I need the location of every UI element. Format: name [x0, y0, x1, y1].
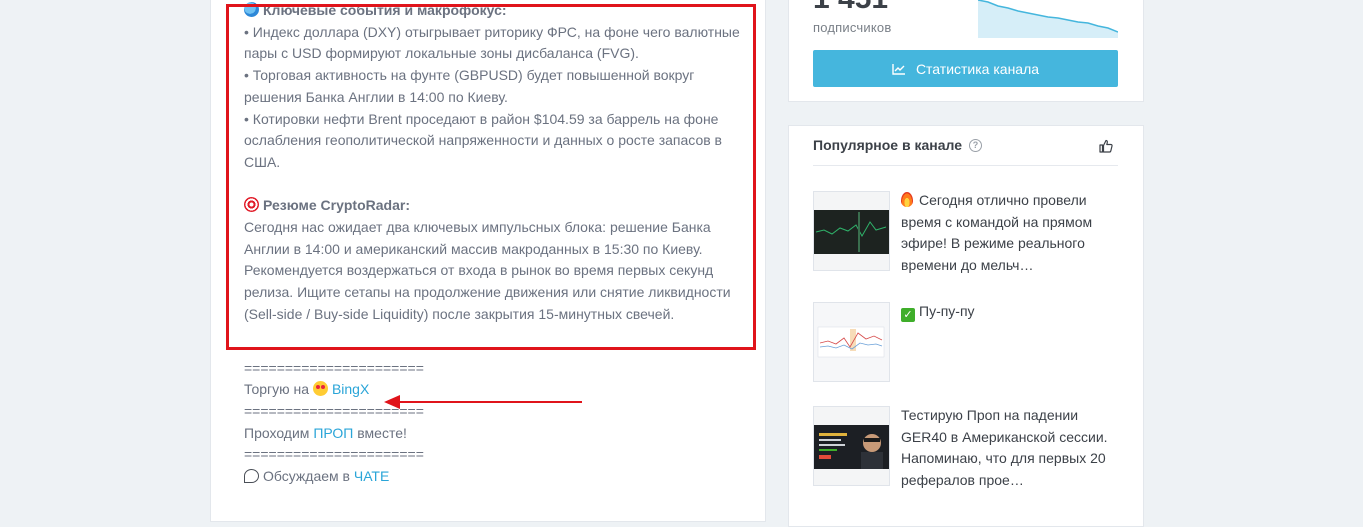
channel-stats-button[interactable]: Статистика канала — [813, 50, 1118, 87]
popular-item-thumbnail[interactable] — [813, 302, 890, 382]
subscribers-count: 1 451 — [813, 0, 888, 16]
chat-line: Обсуждаем в ЧАТЕ — [244, 466, 744, 488]
globe-icon — [244, 2, 259, 17]
prop-line: Проходим ПРОП вместе! — [244, 423, 744, 445]
subscribers-label: подписчиков — [813, 20, 892, 35]
popular-item-3-text: Тестирую Проп на падении GER40 в Америка… — [901, 407, 1108, 489]
trade-line: Торгую на BingX — [244, 379, 744, 401]
popular-item-1-text: Сегодня отлично провели время с командой… — [901, 192, 1093, 274]
chart-thumbnail-image — [814, 192, 889, 270]
popular-item-text[interactable]: ✓ Пу-пу-пу — [901, 301, 1121, 323]
bullet-brent: • Котировки нефти Brent проседают в райо… — [244, 110, 722, 170]
check-mark-icon: ✓ — [901, 308, 915, 322]
heart-eyes-icon — [312, 381, 328, 397]
trade-prefix: Торгую на — [244, 381, 313, 398]
popular-divider — [813, 165, 1118, 166]
channel-stats-label: Статистика канала — [915, 60, 1040, 77]
macro-heading: Ключевые события и макрофокус: — [263, 2, 507, 18]
fire-icon — [901, 192, 913, 207]
popular-item-text[interactable]: Тестирую Проп на падении GER40 в Америка… — [901, 405, 1121, 492]
subscribers-sparkline — [978, 0, 1118, 38]
help-icon[interactable]: ? — [969, 138, 982, 152]
popular-item-thumbnail[interactable] — [813, 406, 890, 486]
thumbs-up-icon[interactable] — [1099, 139, 1113, 153]
popular-title: Популярное в канале ? — [813, 137, 982, 153]
popular-item-thumbnail[interactable] — [813, 191, 890, 271]
prop-suffix: вместе! — [353, 424, 407, 441]
line-chart-icon — [892, 63, 905, 75]
prop-link[interactable]: ПРОП — [313, 425, 353, 441]
chart-thumbnail-image — [814, 303, 889, 381]
separator-2: ====================== — [244, 402, 424, 419]
separator-1: ====================== — [244, 359, 424, 376]
bingx-link[interactable]: BingX — [332, 381, 369, 397]
speech-bubble-icon — [244, 469, 259, 484]
annotation-arrow-head — [384, 395, 400, 409]
chat-prefix: Обсуждаем в — [263, 468, 354, 485]
popular-item-2-text: Пу-пу-пу — [919, 303, 975, 319]
bullet-gbpusd: • Торговая активность на фунте (GBPUSD) … — [244, 67, 695, 105]
popular-title-text: Популярное в канале — [813, 137, 962, 153]
post-body: Ключевые события и макрофокус: • Индекс … — [244, 0, 744, 488]
popular-item-text[interactable]: Сегодня отлично провели время с командой… — [901, 190, 1121, 277]
video-thumbnail-image — [814, 407, 889, 485]
chat-link[interactable]: ЧАТЕ — [354, 468, 389, 484]
separator-3: ====================== — [244, 446, 424, 463]
target-icon — [244, 197, 259, 213]
prop-prefix: Проходим — [244, 424, 314, 441]
summary-text: Сегодня нас ожидает два ключевых импульс… — [244, 219, 731, 322]
bullet-dxy: • Индекс доллара (DXY) отыгрывает ритори… — [244, 23, 740, 62]
annotation-arrow — [392, 401, 582, 403]
summary-heading: Резюме CryptoRadar: — [263, 197, 410, 214]
